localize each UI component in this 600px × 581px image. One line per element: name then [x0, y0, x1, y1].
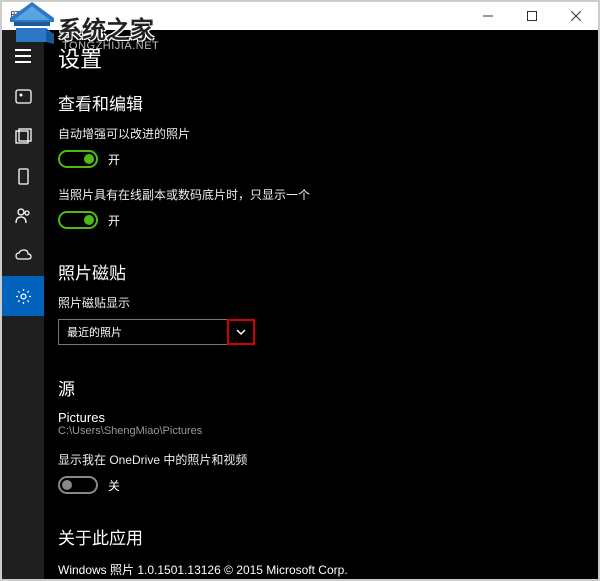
enhance-state: 开 [108, 151, 120, 168]
sidebar-item-onedrive[interactable] [2, 236, 44, 276]
sidebar-item-settings[interactable] [2, 276, 44, 316]
photo-icon [15, 88, 32, 105]
onedrive-toggle[interactable] [58, 476, 98, 494]
window-title: 照片 [10, 8, 34, 25]
source-folder-name: Pictures [58, 410, 582, 425]
dup-state: 开 [108, 212, 120, 229]
tile-dropdown[interactable]: 最近的照片 [58, 319, 228, 345]
about-heading: 关于此应用 [58, 524, 582, 549]
cloud-icon [14, 247, 32, 265]
sources-heading: 源 [58, 375, 582, 400]
enhance-toggle[interactable] [58, 150, 98, 168]
sidebar-item-folders[interactable] [2, 156, 44, 196]
close-button[interactable] [554, 2, 598, 30]
tile-dropdown-button[interactable] [227, 319, 255, 345]
enhance-desc: 自动增强可以改进的照片 [58, 125, 582, 142]
section-sources: 源 Pictures C:\Users\ShengMiao\Pictures 显… [58, 375, 582, 494]
section-tile: 照片磁贴 照片磁贴显示 最近的照片 [58, 259, 582, 345]
sidebar [2, 30, 44, 579]
hamburger-button[interactable] [2, 36, 44, 76]
onedrive-desc: 显示我在 OneDrive 中的照片和视频 [58, 451, 582, 468]
view-edit-heading: 查看和编辑 [58, 90, 582, 115]
dup-desc: 当照片具有在线副本或数码底片时，只显示一个 [58, 186, 582, 203]
tile-heading: 照片磁贴 [58, 259, 582, 284]
minimize-button[interactable] [466, 2, 510, 30]
gear-icon [15, 288, 32, 305]
about-version: Windows 照片 1.0.1501.13126 © 2015 Microso… [58, 561, 582, 578]
window-controls [466, 2, 598, 30]
chevron-down-icon [236, 327, 246, 337]
sidebar-item-collection[interactable] [2, 76, 44, 116]
content-area: 设置 查看和编辑 自动增强可以改进的照片 开 当照片具有在线副本或数码底片时，只… [44, 30, 598, 579]
albums-icon [15, 128, 32, 145]
tile-dropdown-value: 最近的照片 [67, 324, 122, 340]
device-icon [15, 168, 32, 185]
sidebar-item-people[interactable] [2, 196, 44, 236]
titlebar: 照片 [2, 2, 598, 30]
people-icon [14, 207, 32, 225]
section-about: 关于此应用 Windows 照片 1.0.1501.13126 © 2015 M… [58, 524, 582, 579]
tile-label: 照片磁贴显示 [58, 294, 582, 311]
onedrive-state: 关 [108, 477, 120, 494]
section-view-edit: 查看和编辑 自动增强可以改进的照片 开 当照片具有在线副本或数码底片时，只显示一… [58, 90, 582, 229]
dup-toggle[interactable] [58, 211, 98, 229]
maximize-button[interactable] [510, 2, 554, 30]
source-folder-path: C:\Users\ShengMiao\Pictures [58, 425, 582, 437]
sidebar-item-albums[interactable] [2, 116, 44, 156]
page-title: 设置 [58, 42, 582, 74]
